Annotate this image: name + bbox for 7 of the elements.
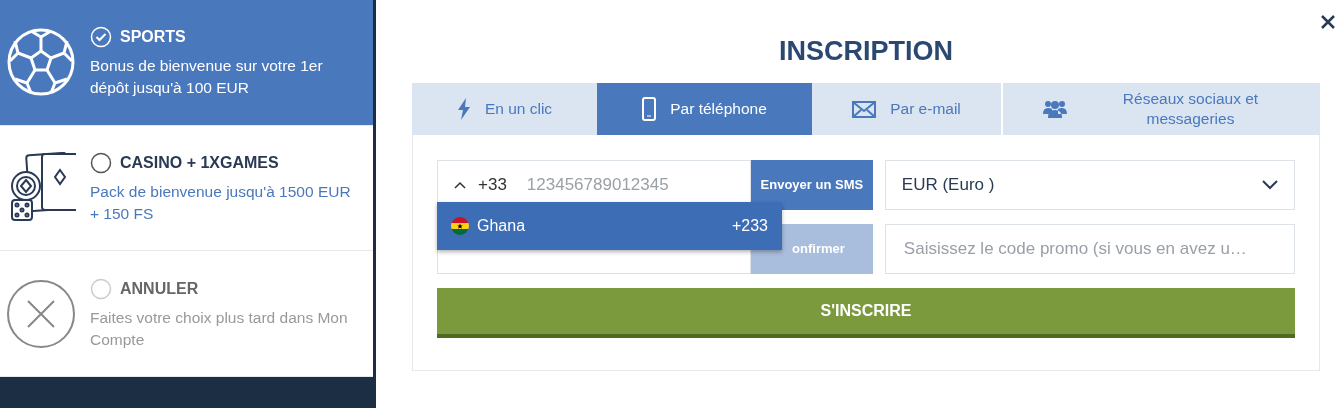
option-description: Pack de bienvenue jusqu'à 1500 EUR + 150 FS: [90, 182, 352, 224]
option-title: CASINO + 1XGAMES: [120, 153, 279, 173]
modal-title: INSCRIPTION: [778, 36, 954, 66]
option-title: ANNULER: [120, 278, 199, 299]
option-title: SPORTS: [120, 27, 186, 48]
option-description: Faites votre choix plus tard dans Mon Compte: [90, 307, 349, 350]
option-description: Bonus de bienvenue sur votre 1er dépôt jusqu'à 100 EUR: [90, 56, 324, 99]
